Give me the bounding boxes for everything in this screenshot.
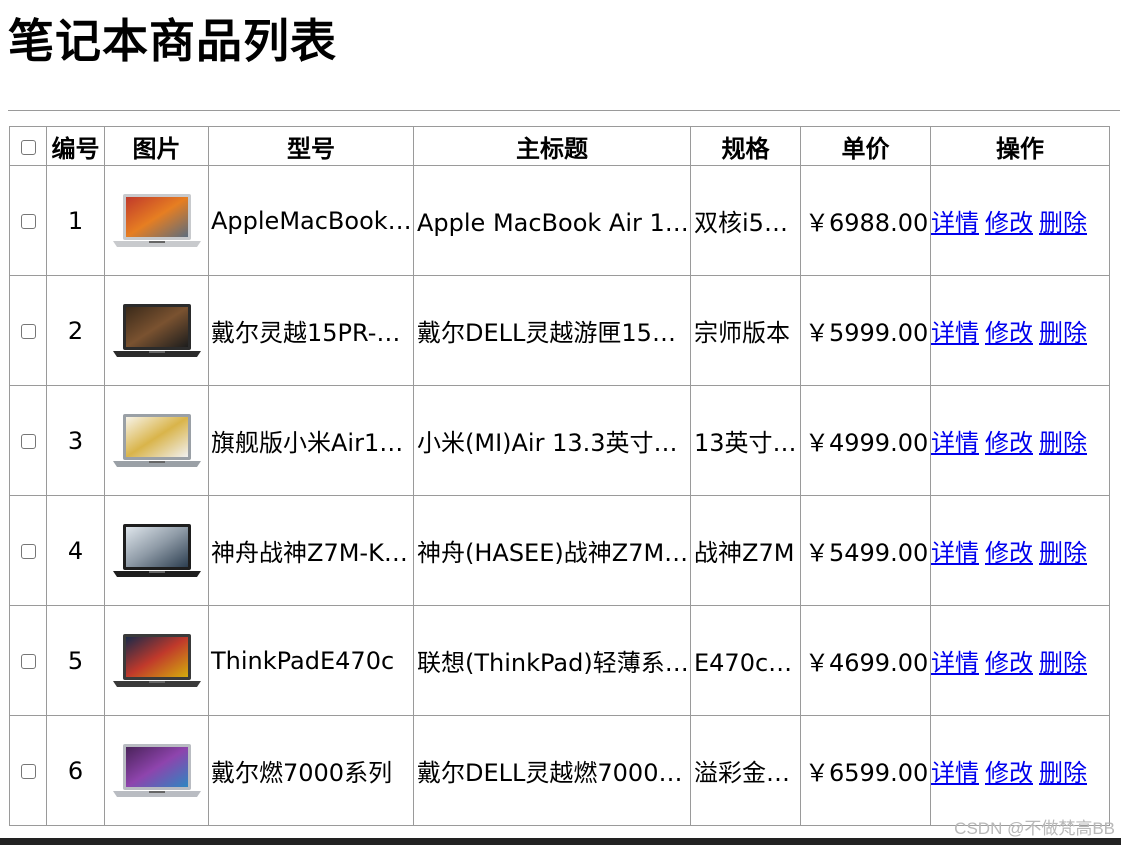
header-number: 编号 xyxy=(46,126,105,166)
delete-link[interactable]: 删除 xyxy=(1039,539,1087,567)
row-checkbox[interactable] xyxy=(20,764,36,779)
row-checkbox[interactable] xyxy=(20,544,36,559)
detail-link[interactable]: 详情 xyxy=(932,429,980,457)
row-number: 3 xyxy=(46,385,105,496)
delete-link[interactable]: 删除 xyxy=(1039,209,1087,237)
row-number: 4 xyxy=(46,495,105,606)
row-title: 戴尔DELL灵越游匣15PR-5745B xyxy=(413,275,691,386)
product-image-cell xyxy=(104,275,209,386)
row-number: 6 xyxy=(46,715,105,826)
header-actions: 操作 xyxy=(930,126,1110,166)
row-title: 戴尔DELL灵越燃7000系列 xyxy=(413,715,691,826)
row-number: 5 xyxy=(46,605,105,716)
laptop-image xyxy=(112,193,201,247)
row-spec: 宗师版本 xyxy=(690,275,801,386)
row-spec: E470c版本 xyxy=(690,605,801,716)
row-price: ￥4699.00 xyxy=(800,605,931,716)
edit-link[interactable]: 修改 xyxy=(985,319,1033,347)
laptop-image xyxy=(112,743,201,797)
detail-link[interactable]: 详情 xyxy=(932,649,980,677)
detail-link[interactable]: 详情 xyxy=(932,209,980,237)
detail-link[interactable]: 详情 xyxy=(932,319,980,347)
row-model: 戴尔燃7000系列 xyxy=(208,715,414,826)
laptop-image xyxy=(112,523,201,577)
header-select-all xyxy=(9,126,47,166)
table-row: 1 AppleMacBookAirApple MacBook Air 13.3英寸… xyxy=(9,165,1110,276)
edit-link[interactable]: 修改 xyxy=(985,539,1033,567)
edit-link[interactable]: 修改 xyxy=(985,209,1033,237)
row-price: ￥6988.00 xyxy=(800,165,931,276)
header-image: 图片 xyxy=(104,126,209,166)
row-select-cell xyxy=(9,605,47,716)
product-image-cell xyxy=(104,605,209,716)
page-title: 笔记本商品列表 xyxy=(8,14,337,68)
row-actions: 详情 修改 删除 xyxy=(930,385,1110,496)
row-actions: 详情 修改 删除 xyxy=(930,715,1110,826)
row-checkbox[interactable] xyxy=(20,434,36,449)
header-model: 型号 xyxy=(208,126,414,166)
row-price: ￥6599.00 xyxy=(800,715,931,826)
detail-link[interactable]: 详情 xyxy=(932,539,980,567)
watermark: CSDN @不做梵高BB xyxy=(954,819,1115,838)
header-price: 单价 xyxy=(800,126,931,166)
detail-link[interactable]: 详情 xyxy=(932,759,980,787)
row-checkbox[interactable] xyxy=(20,324,36,339)
row-title: Apple MacBook Air 13.3英寸笔记本电脑 xyxy=(413,165,691,276)
edit-link[interactable]: 修改 xyxy=(985,759,1033,787)
row-spec: 溢彩金版本 xyxy=(690,715,801,826)
row-model: 戴尔灵越15PR-5745B xyxy=(208,275,414,386)
row-select-cell xyxy=(9,715,47,826)
row-title: 联想(ThinkPad)轻薄系列E470c xyxy=(413,605,691,716)
delete-link[interactable]: 删除 xyxy=(1039,649,1087,677)
row-model: 神舟战神Z7M-KP7GT xyxy=(208,495,414,606)
delete-link[interactable]: 删除 xyxy=(1039,759,1087,787)
row-select-cell xyxy=(9,385,47,496)
row-checkbox[interactable] xyxy=(20,214,36,229)
row-checkbox[interactable] xyxy=(20,654,36,669)
row-spec: 战神Z7M xyxy=(690,495,801,606)
row-actions: 详情 修改 删除 xyxy=(930,495,1110,606)
header-spec: 规格 xyxy=(690,126,801,166)
laptop-image xyxy=(112,413,201,467)
row-actions: 详情 修改 删除 xyxy=(930,165,1110,276)
select-all-checkbox[interactable] xyxy=(20,139,36,155)
row-price: ￥5999.00 xyxy=(800,275,931,386)
row-spec: 双核i5处理器 xyxy=(690,165,801,276)
table-row: 5 ThinkPadE470c联想(ThinkPad)轻薄系列E470cE470c… xyxy=(9,605,1110,716)
row-title: 小米(MI)Air 13.3英寸全金属超轻薄笔记本 xyxy=(413,385,691,496)
row-title: 神舟(HASEE)战神Z7M-KP7GT游戏本 xyxy=(413,495,691,606)
row-select-cell xyxy=(9,275,47,386)
product-image-cell xyxy=(104,495,209,606)
row-model: ThinkPadE470c xyxy=(208,605,414,716)
delete-link[interactable]: 删除 xyxy=(1039,429,1087,457)
row-model: AppleMacBookAir xyxy=(208,165,414,276)
delete-link[interactable]: 删除 xyxy=(1039,319,1087,347)
product-table: 编号 图片 型号 主标题 规格 单价 操作 1 AppleMacBookAir Ap… xyxy=(9,126,1110,826)
table-row: 4 神舟战神Z7M-KP7GT神舟(HASEE)战神Z7M-KP7GT游戏本战神Z… xyxy=(9,495,1110,606)
product-image-cell xyxy=(104,165,209,276)
row-select-cell xyxy=(9,165,47,276)
row-actions: 详情 修改 删除 xyxy=(930,275,1110,386)
row-number: 2 xyxy=(46,275,105,386)
product-image-cell xyxy=(104,385,209,496)
row-select-cell xyxy=(9,495,47,606)
row-spec: 13英寸旗舰版 xyxy=(690,385,801,496)
edit-link[interactable]: 修改 xyxy=(985,649,1033,677)
row-price: ￥4999.00 xyxy=(800,385,931,496)
laptop-image xyxy=(112,303,201,357)
edit-link[interactable]: 修改 xyxy=(985,429,1033,457)
table-row: 3 旗舰版小米Air13.3小米(MI)Air 13.3英寸全金属超轻薄笔记本13… xyxy=(9,385,1110,496)
laptop-image xyxy=(112,633,201,687)
table-row: 2 戴尔灵越15PR-5745B戴尔DELL灵越游匣15PR-5745B宗师版本￥… xyxy=(9,275,1110,386)
table-row: 6 戴尔燃7000系列戴尔DELL灵越燃7000系列溢彩金版本￥6599.00详情… xyxy=(9,715,1110,826)
bottom-bar xyxy=(0,838,1121,845)
table-header-row: 编号 图片 型号 主标题 规格 单价 操作 xyxy=(9,126,1110,166)
product-image-cell xyxy=(104,715,209,826)
header-title: 主标题 xyxy=(413,126,691,166)
row-number: 1 xyxy=(46,165,105,276)
row-price: ￥5499.00 xyxy=(800,495,931,606)
row-actions: 详情 修改 删除 xyxy=(930,605,1110,716)
row-model: 旗舰版小米Air13.3 xyxy=(208,385,414,496)
title-divider xyxy=(8,110,1120,111)
